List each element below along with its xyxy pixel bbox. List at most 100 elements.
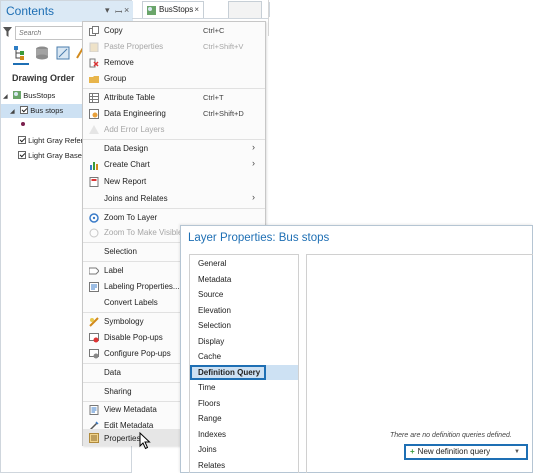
nav-item-floors[interactable]: Floors [190,396,298,412]
menu-item-create-chart[interactable]: Create Chart › [83,157,265,172]
tree-item-label: Bus stops [30,106,64,115]
map-tab-strip: BusStops × [132,0,270,19]
menu-shortcut: Ctrl+Shift+D [203,109,244,118]
nav-item-selection[interactable]: Selection [190,318,298,334]
menu-label: Attribute Table [104,93,155,102]
menu-label: Zoom To Make Visible [104,228,183,237]
tree-item-label: BusStops [23,91,56,100]
tab-secondary[interactable] [228,1,262,18]
nav-item-definition-query[interactable]: Definition Query [190,364,298,380]
list-by-source-icon[interactable] [35,46,49,62]
menu-label: Sharing [104,387,132,396]
definition-query-panel: There are no definition queries defined.… [306,254,533,473]
dropdown-caret-icon[interactable]: ▼ [514,446,520,458]
map-tab-icon [147,6,156,15]
menu-label: Group [104,74,127,83]
report-icon [89,177,99,187]
menu-label: Properties [104,434,141,443]
chevron-right-icon: › [252,142,255,152]
menu-item-paste-properties[interactable]: Paste Properties Ctrl+Shift+V [83,39,265,54]
nav-item-indexes[interactable]: Indexes [190,427,298,443]
nav-item-metadata[interactable]: Metadata [190,272,298,288]
nav-item-range[interactable]: Range [190,411,298,427]
nav-item-display[interactable]: Display [190,334,298,350]
mouse-pointer-icon [139,432,151,450]
close-icon[interactable]: × [124,5,129,15]
visibility-checkbox[interactable] [18,151,26,159]
menu-item-group[interactable]: Group [83,71,265,86]
layer-properties-dialog: Layer Properties: Bus stops General Meta… [180,225,533,473]
zoom-to-layer-icon [89,213,99,223]
zoom-visible-icon [89,228,99,238]
button-label: New definition query [417,447,491,456]
menu-item-data-engineering[interactable]: Data Engineering Ctrl+Shift+D [83,106,265,121]
menu-separator [83,88,265,89]
contents-title-bar: Contents ▾ ꟷ × [1,1,133,22]
nav-item-time[interactable]: Time [190,380,298,396]
menu-label: Label [104,266,124,275]
point-symbol-icon [21,122,25,126]
properties-icon [89,433,99,443]
copy-icon [89,26,99,36]
menu-label: Paste Properties [104,42,164,51]
menu-item-zoom-to-layer[interactable]: Zoom To Layer [83,210,265,225]
label-icon [89,267,99,275]
new-definition-query-button[interactable]: + New definition query ▼ [404,444,528,460]
menu-label: Add Error Layers [104,125,165,134]
empty-message: There are no definition queries defined. [390,432,512,439]
close-icon[interactable]: × [194,2,199,18]
list-by-drawing-order-icon[interactable] [14,46,28,62]
symbology-icon [89,317,99,327]
menu-label: Create Chart [104,160,150,169]
list-by-selection-icon[interactable] [56,46,70,62]
nav-item-source[interactable]: Source [190,287,298,303]
map-icon [13,91,22,99]
tree-item-label: Light Gray Refer [28,136,84,145]
dialog-title: Layer Properties: Bus stops [188,232,330,244]
menu-item-add-error-layers[interactable]: Add Error Layers [83,122,265,137]
contents-title: Contents [6,4,55,18]
remove-icon [89,58,99,68]
tab-busstops[interactable]: BusStops × [142,1,204,18]
tree-item-label: Light Gray Base [28,151,82,160]
visibility-checkbox[interactable] [18,136,26,144]
menu-item-joins-and-relates[interactable]: Joins and Relates › [83,191,265,206]
menu-label: Selection [104,247,137,256]
menu-label: Labeling Properties... [104,282,180,291]
menu-item-remove[interactable]: Remove [83,55,265,70]
nav-item-relates[interactable]: Relates [190,458,298,473]
menu-label: Copy [104,26,123,35]
menu-shortcut: Ctrl+T [203,93,224,102]
group-icon [89,76,99,83]
menu-separator [83,208,265,209]
drawing-order-heading: Drawing Order [12,73,75,83]
divider [268,0,269,36]
menu-item-data-design[interactable]: Data Design › [83,141,265,156]
menu-label: Disable Pop-ups [104,333,163,342]
table-icon [89,93,99,103]
menu-item-attribute-table[interactable]: Attribute Table Ctrl+T [83,90,265,105]
menu-shortcut: Ctrl+C [203,26,225,35]
menu-separator [83,139,265,140]
nav-item-general[interactable]: General [190,256,298,272]
configure-popups-icon [89,349,99,359]
menu-item-copy[interactable]: Copy Ctrl+C [83,23,265,38]
menu-label: Zoom To Layer [104,213,158,222]
menu-label: View Metadata [104,405,157,414]
nav-item-joins[interactable]: Joins [190,442,298,458]
menu-label: Symbology [104,317,144,326]
chevron-right-icon: › [252,192,255,202]
pin-icon[interactable]: ꟷ [115,5,122,18]
menu-item-new-report[interactable]: New Report [83,174,265,189]
chevron-right-icon: › [252,158,255,168]
data-engineering-icon [89,109,99,119]
toolbar-active-indicator [13,63,29,65]
visibility-checkbox[interactable] [20,106,29,114]
expand-arrow-icon[interactable]: ◢ [3,90,11,104]
expand-arrow-icon[interactable]: ◢ [10,105,18,119]
menu-shortcut: Ctrl+Shift+V [203,42,244,51]
filter-icon[interactable] [3,27,12,38]
chevron-down-icon[interactable]: ▾ [105,5,110,16]
nav-item-cache[interactable]: Cache [190,349,298,365]
nav-item-elevation[interactable]: Elevation [190,303,298,319]
